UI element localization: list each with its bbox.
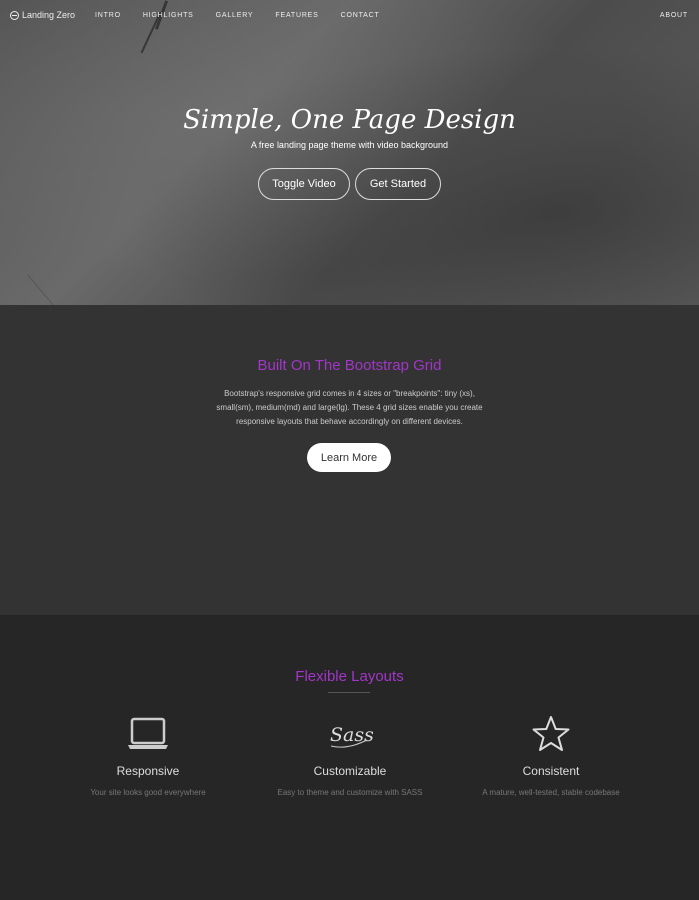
hero-title: Simple, One Page Design xyxy=(183,105,516,135)
paragraph-line: small(sm), medium(md) and large(lg). The… xyxy=(216,403,483,412)
feature-customizable: Sass Customizable Easy to theme and cust… xyxy=(250,712,450,797)
nav-links: INTRO HIGHLIGHTS GALLERY FEATURES CONTAC… xyxy=(95,12,402,19)
grid-section-paragraph: Bootstrap's responsive grid comes in 4 s… xyxy=(0,387,699,429)
hero-section: Simple, One Page Design A free landing p… xyxy=(0,0,699,305)
feature-consistent: Consistent A mature, well-tested, stable… xyxy=(451,712,651,797)
paragraph-line: responsive layouts that behave according… xyxy=(236,417,463,426)
nav-link-gallery[interactable]: GALLERY xyxy=(216,12,254,19)
nav-link-intro[interactable]: INTRO xyxy=(95,12,121,19)
get-started-button[interactable]: Get Started xyxy=(355,168,441,200)
feature-description: Easy to theme and customize with SASS xyxy=(277,788,423,797)
circle-minus-icon xyxy=(10,10,19,20)
learn-more-button[interactable]: Learn More xyxy=(307,443,391,472)
nav-link-highlights[interactable]: HIGHLIGHTS xyxy=(143,12,194,19)
feature-title: Customizable xyxy=(313,764,387,778)
rock-crack-decoration xyxy=(27,274,54,305)
nav-link-features[interactable]: FEATURES xyxy=(275,12,318,19)
title-underline xyxy=(328,692,370,693)
grid-section-title: Built On The Bootstrap Grid xyxy=(257,357,442,374)
feature-responsive: Responsive Your site looks good everywhe… xyxy=(48,712,248,797)
nav-link-contact[interactable]: CONTACT xyxy=(341,12,380,19)
toggle-video-button[interactable]: Toggle Video xyxy=(258,168,350,200)
hero-subtitle: A free landing page theme with video bac… xyxy=(250,140,449,150)
laptop-icon xyxy=(48,712,248,756)
feature-title: Consistent xyxy=(522,764,580,778)
feature-title: Responsive xyxy=(116,764,180,778)
paragraph-line: Bootstrap's responsive grid comes in 4 s… xyxy=(224,389,475,398)
sass-logo-icon: Sass xyxy=(250,712,450,756)
nav-link-about[interactable]: ABOUT xyxy=(660,12,688,19)
brand[interactable]: Landing Zero xyxy=(10,10,75,20)
hero-buttons: Toggle Video Get Started xyxy=(0,168,699,200)
brand-name: Landing Zero xyxy=(22,10,76,20)
star-icon xyxy=(451,712,651,756)
navbar: Landing Zero INTRO HIGHLIGHTS GALLERY FE… xyxy=(0,0,699,30)
svg-text:Sass: Sass xyxy=(330,724,373,746)
feature-description: Your site looks good everywhere xyxy=(90,788,206,797)
layouts-section-title: Flexible Layouts xyxy=(295,668,404,685)
feature-description: A mature, well-tested, stable codebase xyxy=(482,788,620,797)
